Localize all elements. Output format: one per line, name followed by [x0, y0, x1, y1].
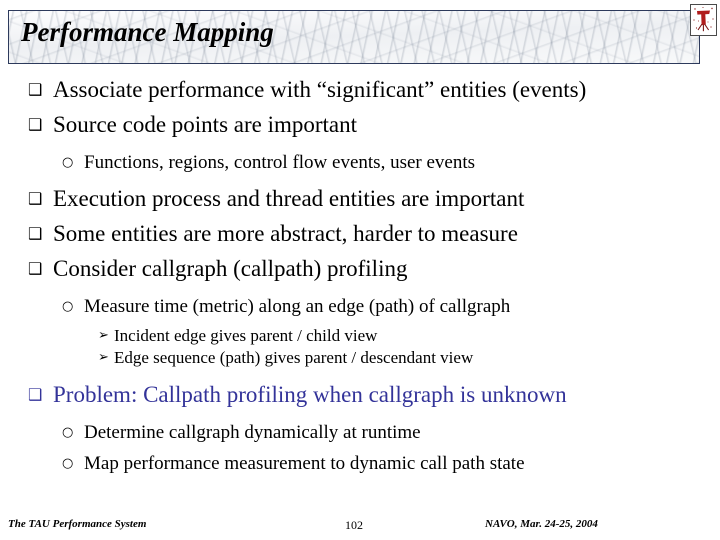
list-item: ❑ Some entities are more abstract, harde… [0, 220, 720, 248]
footer-page-number: 102 [345, 518, 363, 532]
footer-left-text: The TAU Performance System [8, 518, 147, 530]
bullet-marker-arrow-icon: ➢ [98, 328, 109, 343]
list-item-label: Map performance measurement to dynamic c… [84, 453, 525, 474]
slide-footer: The TAU Performance System 102 NAVO, Mar… [0, 516, 720, 538]
bullet-marker-square-icon: ❑ [28, 115, 43, 134]
slide-body: ❑ Associate performance with “significan… [0, 76, 720, 477]
bullet-marker-arrow-icon: ➢ [98, 350, 109, 365]
list-item-label: Source code points are important [53, 112, 358, 137]
list-item-label: Some entities are more abstract, harder … [53, 221, 518, 246]
list-item-label: Associate performance with “significant”… [53, 77, 587, 102]
list-item: ○ Functions, regions, control flow event… [0, 150, 720, 175]
list-item-label: Execution process and thread entities ar… [53, 186, 525, 211]
bullet-marker-circle-icon: ○ [62, 425, 74, 440]
bullet-marker-square-icon: ❑ [28, 259, 43, 278]
list-item: ❑ Execution process and thread entities … [0, 185, 720, 213]
bullet-marker-circle-icon: ○ [62, 456, 74, 471]
list-item: ○ Determine callgraph dynamically at run… [0, 420, 720, 445]
bullet-marker-square-icon: ❑ [28, 80, 43, 99]
list-item-label: Problem: Callpath profiling when callgra… [53, 382, 567, 407]
list-item-label: Determine callgraph dynamically at runti… [84, 422, 421, 443]
tau-logo-glyph [691, 5, 716, 35]
list-item: ❑ Consider callgraph (callpath) profilin… [0, 255, 720, 283]
tau-logo-icon [690, 4, 717, 36]
bullet-marker-square-icon: ❑ [28, 385, 43, 404]
page-title: Performance Mapping [21, 17, 274, 47]
list-item-label: Edge sequence (path) gives parent / desc… [114, 348, 474, 367]
list-item: ○ Map performance measurement to dynamic… [0, 451, 720, 476]
slide-title-bar: Performance Mapping [8, 10, 700, 64]
list-item-label: Consider callgraph (callpath) profiling [53, 256, 408, 281]
list-item-problem: ❑ Problem: Callpath profiling when callg… [0, 381, 720, 409]
list-item-label: Incident edge gives parent / child view [114, 326, 378, 345]
bullet-marker-square-icon: ❑ [28, 224, 43, 243]
list-item: ○ Measure time (metric) along an edge (p… [0, 294, 720, 319]
list-item: ❑ Source code points are important [0, 111, 720, 139]
list-item-label: Measure time (metric) along an edge (pat… [84, 296, 511, 317]
bullet-marker-circle-icon: ○ [62, 155, 74, 170]
list-item: ❑ Associate performance with “significan… [0, 76, 720, 104]
list-item: ➢ Incident edge gives parent / child vie… [0, 325, 720, 347]
list-item-label: Functions, regions, control flow events,… [84, 152, 476, 173]
footer-right-text: NAVO, Mar. 24-25, 2004 [485, 518, 598, 530]
bullet-marker-circle-icon: ○ [62, 299, 74, 314]
list-item: ➢ Edge sequence (path) gives parent / de… [0, 347, 720, 369]
bullet-marker-square-icon: ❑ [28, 189, 43, 208]
